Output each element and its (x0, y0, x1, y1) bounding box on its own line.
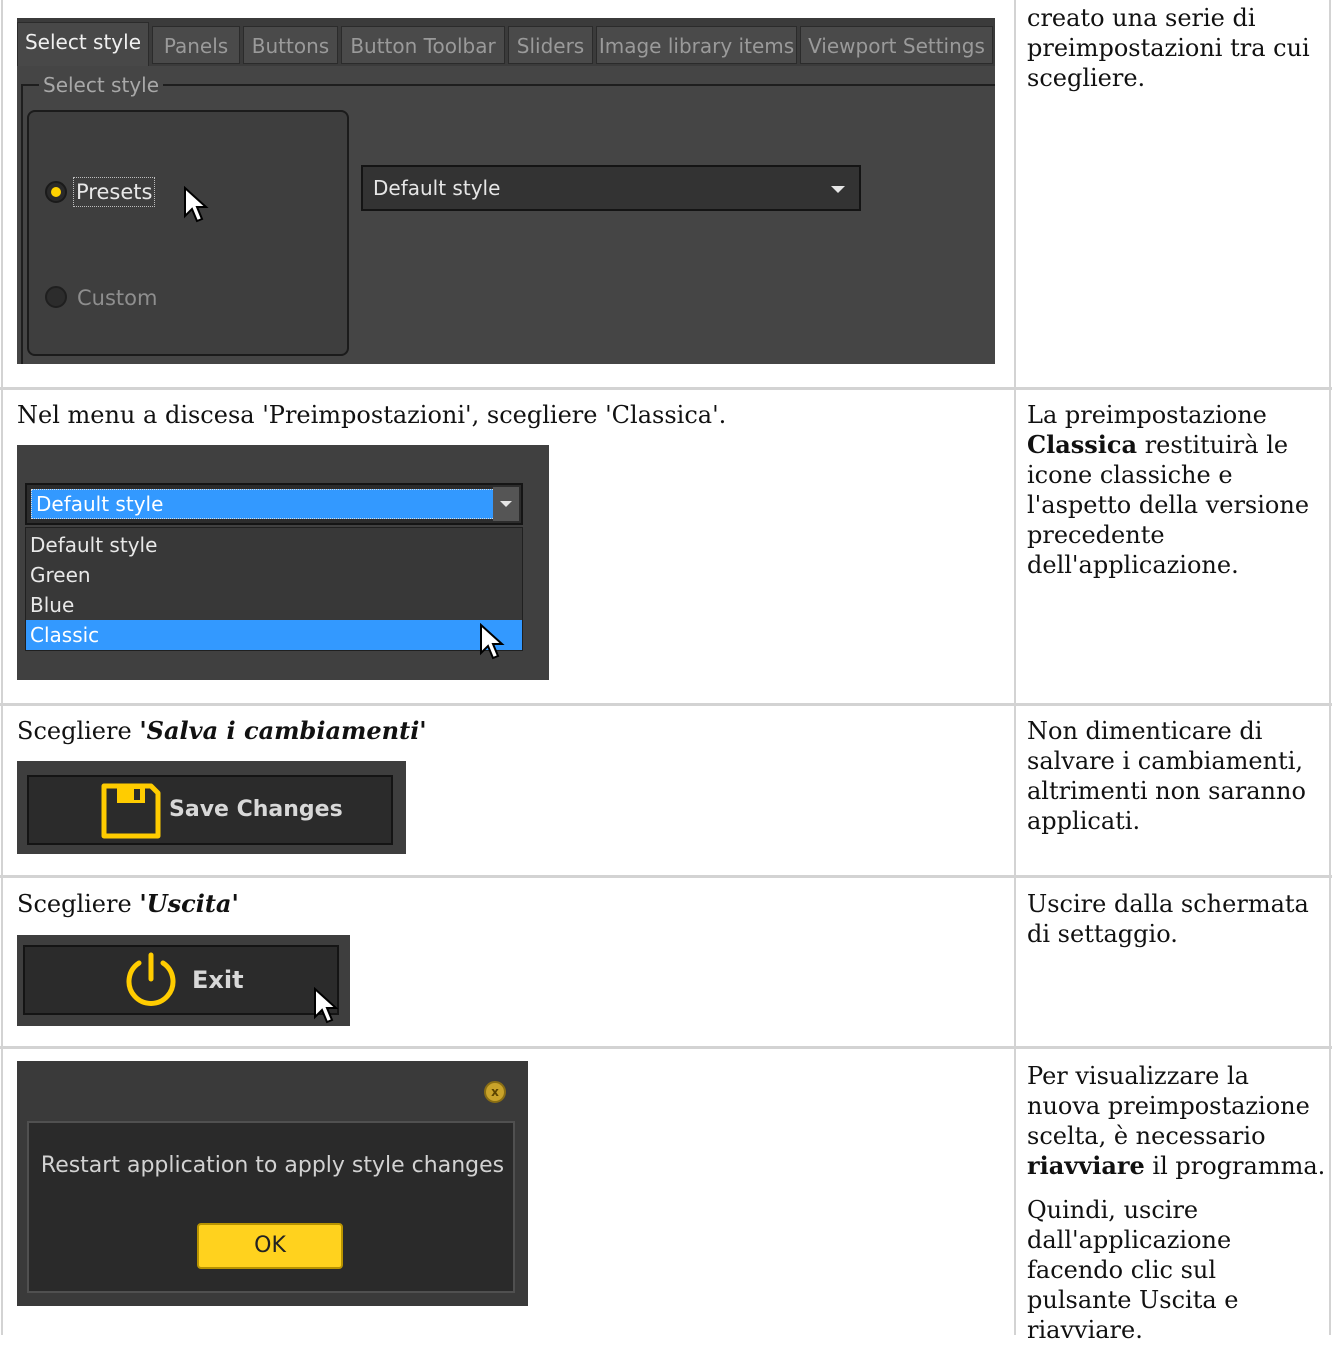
row-divider-1 (0, 387, 1332, 390)
tab-button-toolbar[interactable]: Button Toolbar (341, 26, 505, 64)
table-right-border (1329, 0, 1331, 1335)
option-blue[interactable]: Blue (26, 590, 522, 620)
row3-description: Non dimenticare di salvare i cambiamenti… (1027, 716, 1327, 850)
row-divider-2 (0, 703, 1332, 706)
presets-radio[interactable] (45, 181, 67, 203)
row2-description: La preimpostazione Classica restituirà l… (1027, 400, 1327, 594)
preset-dropdown-selected: Default style (31, 489, 497, 519)
dialog-message: Restart application to apply style chang… (40, 1153, 505, 1178)
column-divider (1014, 0, 1016, 1335)
row5-description-suffix: il programma. (1144, 1152, 1326, 1180)
preset-dropdown-open-screenshot: Default style Default style Green Blue C… (17, 445, 549, 680)
restart-dialog-screenshot: x Restart application to apply style cha… (17, 1061, 528, 1306)
settings-tab-bar: Select style Panels Buttons Button Toolb… (17, 18, 995, 66)
tab-buttons[interactable]: Buttons (243, 26, 338, 64)
exit-label: Exit (192, 966, 244, 994)
chevron-down-icon[interactable] (493, 487, 519, 521)
style-settings-screenshot: Select style Panels Buttons Button Toolb… (17, 18, 995, 364)
row4-instruction-prefix: Scegliere (17, 890, 140, 918)
row1-description: creato una serie di preimpostazioni tra … (1027, 3, 1327, 107)
preset-dropdown-expanded[interactable]: Default style (25, 483, 523, 525)
save-changes-label: Save Changes (169, 797, 343, 822)
option-classic[interactable]: Classic (26, 620, 522, 650)
power-icon (121, 949, 181, 1013)
close-icon[interactable]: x (484, 1081, 506, 1103)
presets-radio-label[interactable]: Presets (73, 177, 156, 207)
row3-instruction-emph: 'Salva i cambiamenti' (139, 716, 427, 745)
style-mode-box (27, 110, 349, 356)
row5-description-prefix: Per visualizzare la nuova preimpostazion… (1027, 1062, 1310, 1150)
tab-viewport-settings[interactable]: Viewport Settings (800, 26, 993, 64)
save-changes-screenshot: Save Changes (17, 761, 406, 854)
preset-dropdown-value: Default style (373, 176, 501, 200)
tab-sliders[interactable]: Sliders (508, 26, 593, 64)
riavviare-bold: riavviare (1027, 1151, 1145, 1180)
exit-button[interactable] (23, 945, 339, 1015)
row4-instruction: Scegliere 'Uscita' (17, 889, 239, 919)
row2-description-prefix: La preimpostazione (1027, 401, 1267, 429)
row-divider-3 (0, 875, 1332, 878)
preset-options-list: Default style Green Blue Classic (25, 527, 523, 651)
ok-button[interactable]: OK (197, 1223, 343, 1269)
tab-image-library-items[interactable]: Image library items (596, 26, 797, 64)
tab-select-style[interactable]: Select style (17, 22, 149, 66)
tab-panels[interactable]: Panels (152, 26, 240, 64)
row1-description-text: creato una serie di preimpostazioni tra … (1027, 4, 1310, 92)
row4-description-text: Uscire dalla schermata di settaggio. (1027, 890, 1309, 948)
classica-bold: Classica (1027, 430, 1138, 459)
custom-radio-label[interactable]: Custom (77, 284, 157, 312)
select-style-legend: Select style (39, 72, 164, 98)
row3-instruction: Scegliere 'Salva i cambiamenti' (17, 716, 427, 746)
option-default-style[interactable]: Default style (26, 530, 522, 560)
option-green[interactable]: Green (26, 560, 522, 590)
table-left-border (1, 0, 3, 1335)
exit-screenshot: Exit (17, 935, 350, 1026)
chevron-down-icon (831, 186, 845, 193)
custom-radio[interactable] (45, 286, 67, 308)
row3-instruction-prefix: Scegliere (17, 717, 140, 745)
row5-description: Per visualizzare la nuova preimpostazion… (1027, 1061, 1327, 1359)
preset-dropdown[interactable]: Default style (361, 165, 861, 211)
row5-description-2: Quindi, uscire dall'applicazione facendo… (1027, 1196, 1239, 1344)
floppy-disk-icon (101, 783, 161, 843)
row3-description-text: Non dimenticare di salvare i cambiamenti… (1027, 717, 1306, 835)
row4-instruction-emph: 'Uscita' (139, 889, 239, 918)
row-divider-4 (0, 1046, 1332, 1049)
row4-description: Uscire dalla schermata di settaggio. (1027, 889, 1327, 963)
row2-instruction: Nel menu a discesa 'Preimpostazioni', sc… (17, 401, 727, 429)
